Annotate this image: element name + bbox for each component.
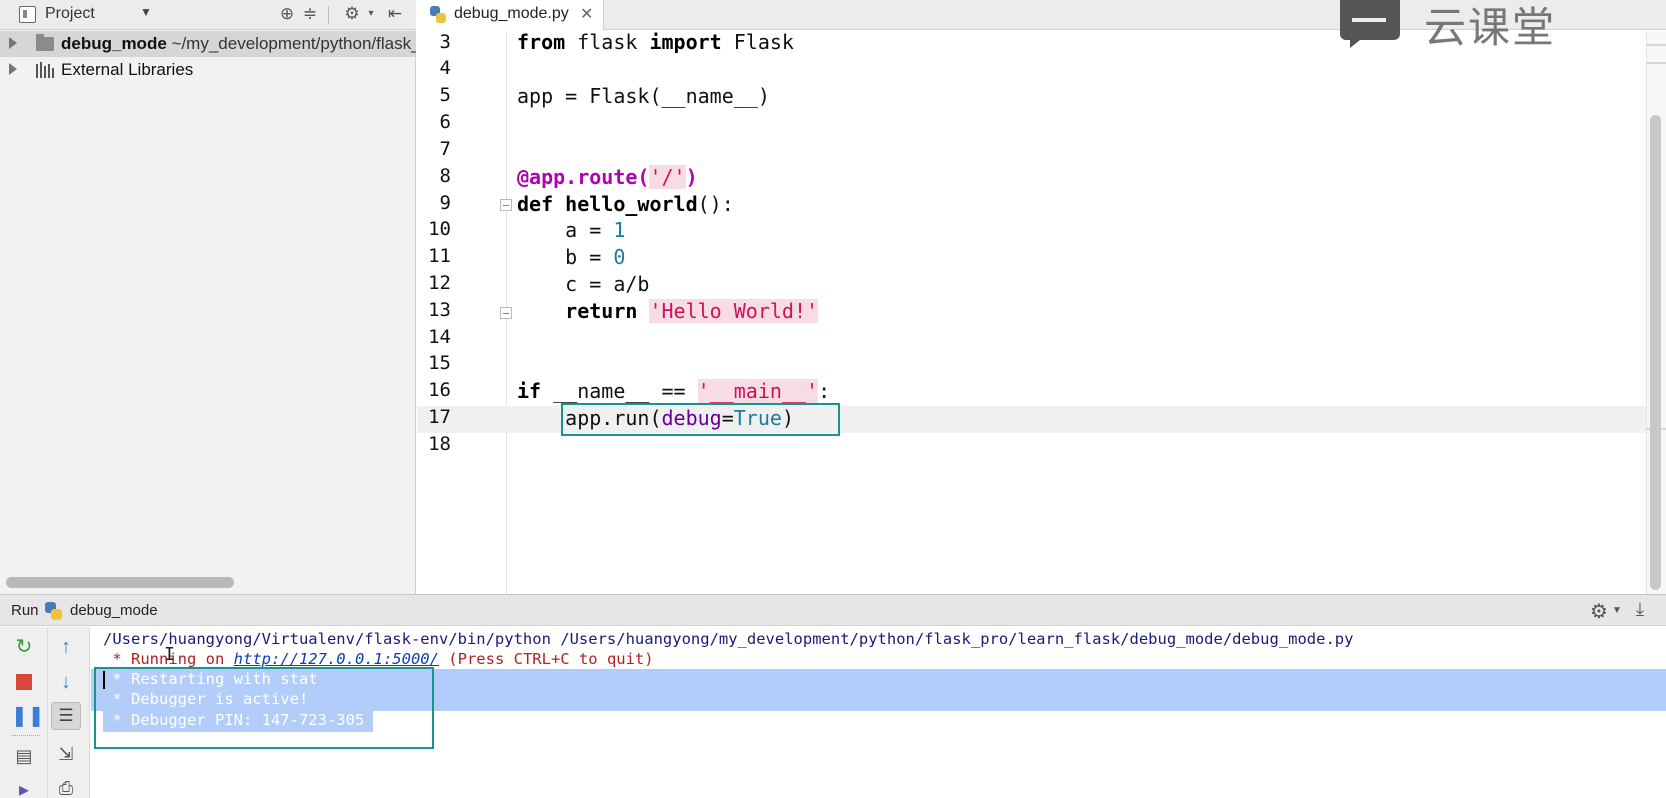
project-view-title[interactable]: Project <box>45 5 95 23</box>
watermark-text: 云课堂 <box>1424 3 1557 52</box>
soft-wrap-icon[interactable]: ☰ <box>51 702 81 730</box>
code-token: 0 <box>613 245 626 269</box>
scroll-up-icon[interactable]: ↑ <box>53 634 79 660</box>
code-token: '__main__' <box>697 379 819 403</box>
line-number: 18 <box>428 433 451 455</box>
gear-icon[interactable]: ⚙ <box>1590 599 1608 624</box>
code-token: flask <box>565 30 650 54</box>
project-panel: Project ▼ ⊕ ≑ ⚙ ▾ ⇤ debug_mode ~/my_deve… <box>0 0 416 594</box>
code-token: (): <box>697 192 734 216</box>
python-file-icon <box>45 602 62 620</box>
hide-panel-icon[interactable]: ⤓ <box>1636 599 1644 620</box>
line-number: 9 <box>439 192 451 214</box>
tab-label: debug_mode.py <box>454 5 569 22</box>
code-token: __name__ == <box>541 379 698 403</box>
code-token: '/' <box>649 165 686 189</box>
chevron-down-icon[interactable]: ▼ <box>140 5 152 19</box>
more-icon[interactable]: ▸ <box>11 777 37 798</box>
fold-marker-icon[interactable] <box>500 199 512 211</box>
line-number: 3 <box>439 31 451 53</box>
chevron-down-icon[interactable]: ▼ <box>1612 605 1622 616</box>
tree-item-path: ~/my_development/python/flask_pro/learn_… <box>171 34 416 53</box>
horizontal-scrollbar[interactable] <box>6 577 234 588</box>
tree-item-external-libraries[interactable]: External Libraries <box>0 57 416 83</box>
line-number: 15 <box>428 352 451 374</box>
code-token: a = <box>517 218 614 242</box>
code-line-8[interactable]: @app.route('/') <box>517 165 698 189</box>
fold-marker-icon[interactable] <box>500 307 512 319</box>
chat-bubble-icon <box>1340 0 1400 48</box>
code-token: if <box>517 379 542 403</box>
library-icon <box>36 62 55 78</box>
console-line-running: * Running on http://127.0.0.1:5000/ (Pre… <box>103 650 654 668</box>
watermark-logo: 云课堂 <box>1340 0 1570 52</box>
print-icon[interactable]: ⎙ <box>53 775 79 798</box>
tree-item-debug-mode[interactable]: debug_mode ~/my_development/python/flask… <box>0 31 416 57</box>
run-toolbar: ↻ ❚❚ ▤ ▸ ↑ ↓ ☰ ⇲ ⎙ <box>0 627 90 798</box>
annotation-box-code <box>561 403 840 436</box>
rerun-icon[interactable]: ↻ <box>11 634 37 660</box>
tree-item-label: debug_mode <box>61 34 167 53</box>
project-view-icon <box>19 6 36 23</box>
line-number: 6 <box>439 111 451 133</box>
code-token: b = <box>517 245 614 269</box>
code-token: import <box>649 30 722 54</box>
server-url-link[interactable]: http://127.0.0.1:5000/ <box>234 650 439 668</box>
code-token: from <box>517 30 566 54</box>
line-number: 10 <box>428 218 451 240</box>
line-number: 12 <box>428 272 451 294</box>
expand-arrow-icon[interactable] <box>9 63 17 75</box>
code-line-3[interactable]: from flask import Flask <box>517 30 794 54</box>
layout-icon[interactable]: ▤ <box>11 743 37 769</box>
line-number: 13 <box>428 299 451 321</box>
code-line-12[interactable]: c = a/b <box>517 272 649 296</box>
code-token: : <box>818 379 831 403</box>
folder-icon <box>36 34 54 51</box>
line-number: 14 <box>428 326 451 348</box>
annotation-box-console <box>94 667 434 749</box>
scroll-from-source-icon[interactable]: ⊕ <box>276 3 298 25</box>
console-text: (Press CTRL+C to quit) <box>438 650 654 668</box>
gear-dropdown-icon[interactable]: ▾ <box>360 3 382 25</box>
text-cursor-icon: I <box>164 644 175 665</box>
run-panel-title: Run <box>11 602 39 619</box>
code-line-11[interactable]: b = 0 <box>517 245 625 269</box>
python-file-icon <box>430 6 446 23</box>
code-token: 'Hello World!' <box>649 299 819 323</box>
console-line-command: /Users/huangyong/Virtualenv/flask-env/bi… <box>103 630 1354 648</box>
tab-debug-mode-py[interactable]: debug_mode.py ✕ <box>417 0 604 30</box>
collapse-all-icon[interactable]: ≑ <box>299 3 321 25</box>
line-number: 11 <box>428 245 451 267</box>
line-number: 16 <box>428 379 451 401</box>
scroll-down-icon[interactable]: ↓ <box>53 669 79 695</box>
line-number: 17 <box>428 406 451 428</box>
code-token: ) <box>685 165 698 189</box>
code-line-13[interactable]: return 'Hello World!' <box>517 299 819 323</box>
hide-panel-icon[interactable]: ⇤ <box>384 3 406 25</box>
run-config-tab[interactable]: debug_mode <box>70 602 158 619</box>
line-number: 7 <box>439 138 451 160</box>
code-token: def <box>517 192 554 216</box>
code-line-10[interactable]: a = 1 <box>517 218 625 242</box>
code-line-5[interactable]: app = Flask(__name__) <box>517 84 770 108</box>
code-line-9[interactable]: def hello_world(): <box>517 192 734 216</box>
code-token: 1 <box>613 218 626 242</box>
run-panel-header: Run debug_mode ⚙ ▼ ⤓ <box>0 594 1666 626</box>
stop-button[interactable] <box>11 669 37 695</box>
code-token: return <box>517 299 650 323</box>
code-token: Flask <box>721 30 794 54</box>
line-number: 8 <box>439 165 451 187</box>
expand-arrow-icon[interactable] <box>9 37 17 49</box>
line-number: 5 <box>439 84 451 106</box>
code-token: hello_world <box>553 192 698 216</box>
scroll-to-end-icon[interactable]: ⇲ <box>53 741 79 767</box>
tree-item-label: External Libraries <box>61 60 194 79</box>
pause-icon[interactable]: ❚❚ <box>11 703 45 729</box>
line-number: 4 <box>439 57 451 79</box>
code-line-16[interactable]: if __name__ == '__main__': <box>517 379 830 403</box>
project-panel-header: Project ▼ ⊕ ≑ ⚙ ▾ ⇤ <box>0 0 416 30</box>
vertical-scrollbar-thumb[interactable] <box>1650 115 1661 590</box>
close-icon[interactable]: ✕ <box>580 4 593 24</box>
code-token: @app.route( <box>517 165 650 189</box>
